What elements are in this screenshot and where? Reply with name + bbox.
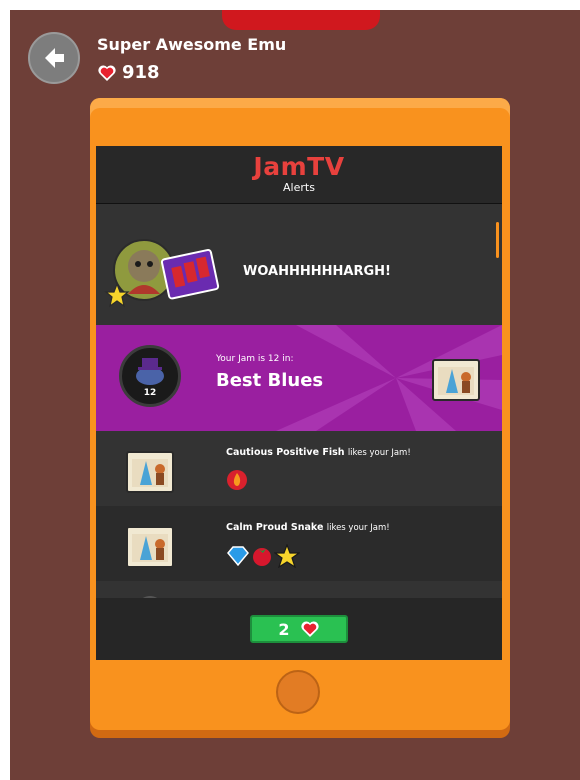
liker-name: Cautious Positive Fish (226, 447, 345, 458)
scrollbar-thumb[interactable] (496, 222, 499, 258)
home-button[interactable] (276, 670, 320, 714)
hearts-counter: 918 (97, 62, 160, 83)
heart-count: 918 (122, 62, 160, 83)
star-icon (274, 544, 300, 568)
heart-icon (300, 621, 319, 637)
screen-subtitle: Alerts (283, 181, 315, 194)
device-screen: JamTV Alerts WOAHHHHHHARGH! 12 Your Jam … (96, 146, 502, 660)
device-frame: JamTV Alerts WOAHHHHHHARGH! 12 Your Jam … (90, 98, 510, 730)
alerts-list[interactable]: WOAHHHHHHARGH! 12 Your Jam is 12 in: Bes… (96, 222, 502, 598)
tomato-icon (253, 548, 271, 566)
back-button[interactable] (28, 32, 80, 84)
alert-message-text: WOAHHHHHHARGH! (243, 264, 391, 279)
jam-art-icon (132, 459, 168, 487)
like-text: Cautious Positive Fish likes your Jam! (226, 447, 411, 458)
screen-footer: 2 (96, 598, 502, 660)
like-count-button[interactable]: 2 (250, 615, 348, 643)
app-stage: Super Awesome Emu 918 JamTV Alerts WOAHH… (10, 10, 580, 780)
diamond-icon (227, 546, 249, 567)
jam-art-icon (132, 534, 168, 562)
fire-icon (227, 470, 247, 490)
reaction-icons (226, 469, 248, 491)
rank-number: 12 (143, 388, 157, 398)
logo-tv: TV (307, 152, 345, 181)
jam-art-icon (438, 367, 474, 395)
like-suffix: likes your Jam! (326, 523, 390, 533)
jam-thumbnail[interactable] (432, 353, 480, 401)
jamtv-logo: JamTV (96, 152, 502, 181)
logo-jam: Jam (253, 152, 308, 181)
rank-label: Your Jam is 12 in: (216, 354, 294, 364)
alert-row-like[interactable]: Calm Proud Snake likes your Jam! (96, 506, 502, 581)
rank-category: Best Blues (216, 370, 324, 391)
like-text: Calm Proud Snake likes your Jam! (226, 522, 390, 533)
jam-thumbnail[interactable] (126, 445, 174, 493)
top-tab[interactable] (222, 10, 380, 30)
hat-character-icon (136, 358, 164, 385)
screen-header: JamTV Alerts (96, 146, 502, 204)
alert-row-message[interactable]: WOAHHHHHHARGH! (96, 222, 502, 325)
list-top-divider (96, 204, 502, 222)
heart-icon (98, 64, 116, 81)
sticker-cards-icon (161, 249, 220, 300)
like-suffix: likes your Jam! (347, 448, 411, 458)
rank-badge: 12 (119, 345, 181, 407)
user-name: Super Awesome Emu (97, 35, 287, 54)
alert-row-partial[interactable] (96, 581, 502, 598)
liker-name: Calm Proud Snake (226, 522, 324, 533)
alert-row-like[interactable]: Cautious Positive Fish likes your Jam! (96, 431, 502, 506)
jam-thumbnail[interactable] (126, 520, 174, 568)
like-count: 2 (278, 619, 290, 639)
arrow-left-icon (45, 48, 64, 68)
alert-row-rank[interactable]: 12 Your Jam is 12 in: Best Blues (96, 325, 502, 431)
star-badge-icon (104, 282, 130, 308)
reaction-icons (226, 544, 300, 568)
